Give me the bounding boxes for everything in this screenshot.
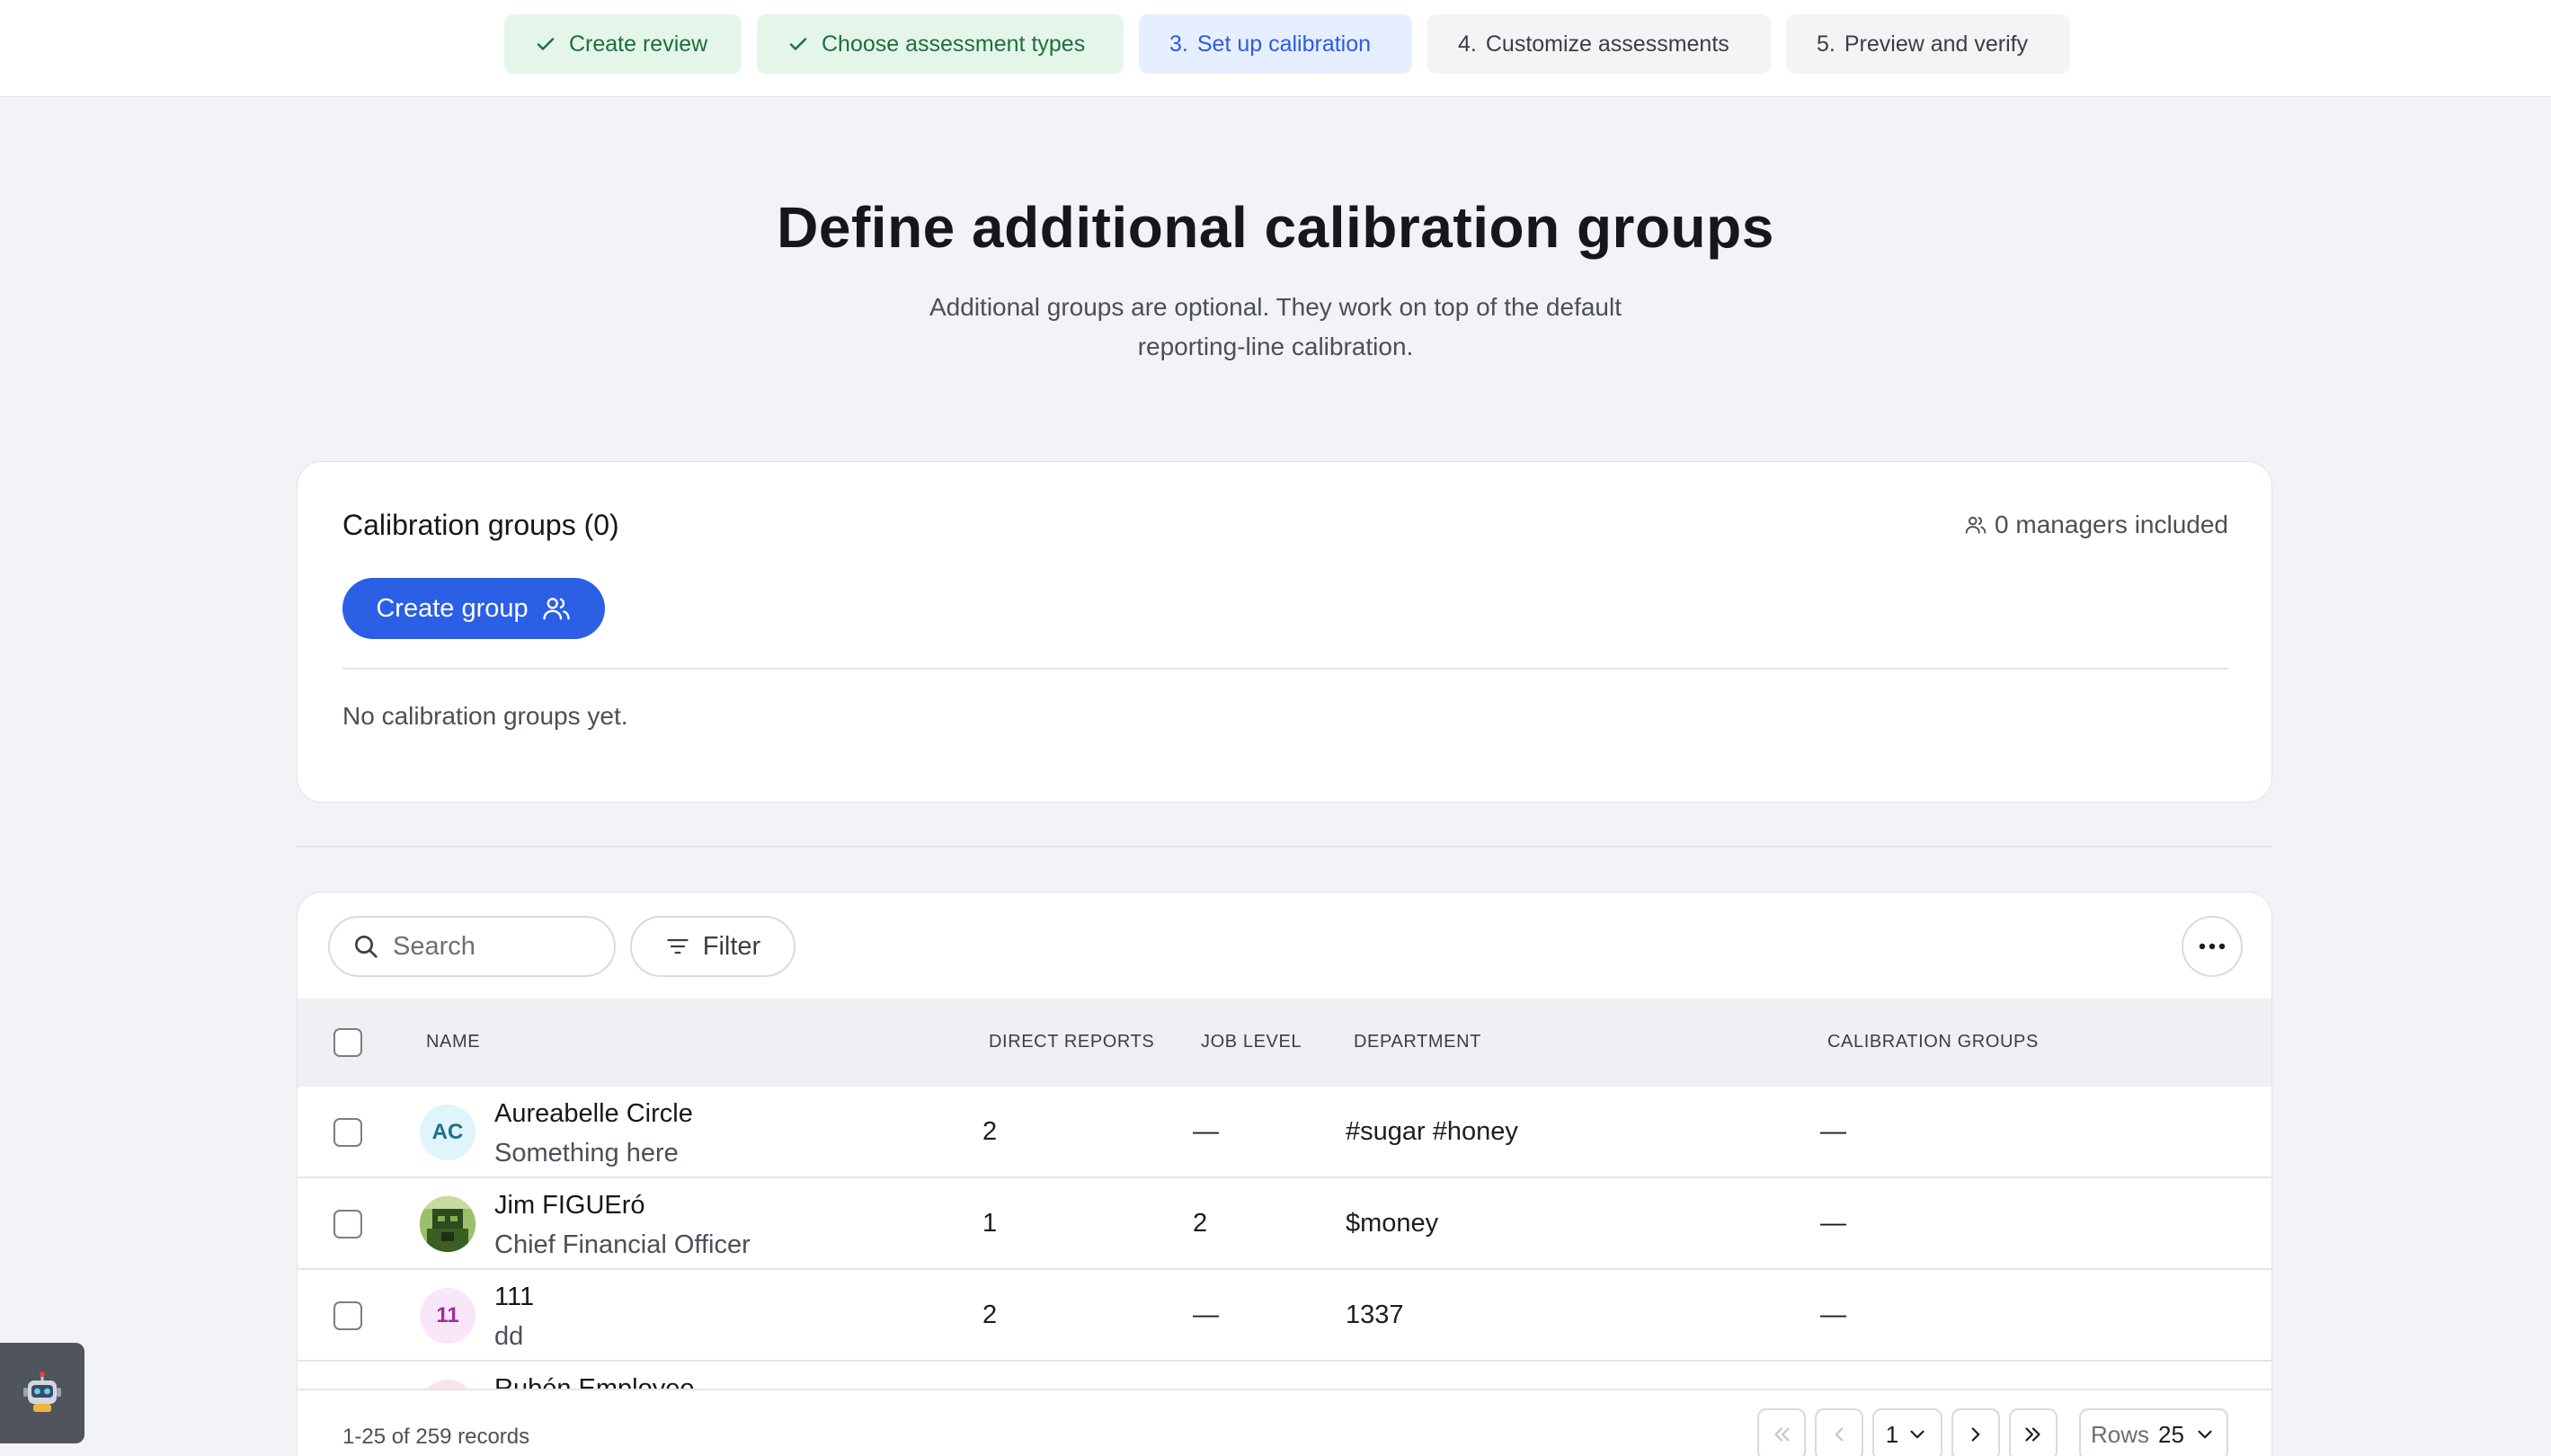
employee-role: Something here (494, 1139, 679, 1167)
stepper: Create review Choose assessment types 3.… (504, 14, 2070, 74)
column-header-job-level[interactable]: JOB LEVEL (1201, 1032, 1302, 1052)
employees-table-card: Search Filter NAME DIRECT REPORTS JOB LE… (297, 892, 2272, 1456)
calibration-groups-cell: — (1820, 1117, 1846, 1146)
select-all-checkbox[interactable] (333, 1028, 362, 1057)
step-label: Create review (569, 31, 708, 57)
avatar: 11 (420, 1288, 476, 1344)
step-preview-and-verify[interactable]: 5. Preview and verify (1786, 14, 2070, 74)
table-header: NAME DIRECT REPORTS JOB LEVEL DEPARTMENT… (298, 999, 2271, 1087)
card-divider (342, 668, 2228, 670)
page-title: Define additional calibration groups (777, 195, 1774, 260)
chevrons-right-icon (2025, 1427, 2040, 1442)
row-checkbox[interactable] (333, 1118, 362, 1147)
next-page-button[interactable] (1951, 1408, 2000, 1456)
department-cell: 1337 (1346, 1301, 1404, 1329)
employee-name: 111 (494, 1283, 535, 1311)
step-choose-assessment-types[interactable]: Choose assessment types (757, 14, 1124, 74)
users-icon (542, 598, 570, 620)
step-label: Preview and verify (1844, 31, 2029, 57)
calibration-groups-card: Calibration groups (0) 0 managers includ… (297, 461, 2272, 803)
direct-reports-cell: 2 (982, 1117, 998, 1146)
top-stepper-bar: Create review Choose assessment types 3.… (0, 0, 2551, 97)
create-group-button[interactable]: Create group (342, 578, 605, 639)
records-count: 1-25 of 259 records (342, 1425, 530, 1449)
calibration-groups-title: Calibration groups (0) (342, 509, 619, 541)
page-subtitle: Additional groups are optional. They wor… (0, 288, 2551, 367)
filter-icon (667, 938, 689, 954)
direct-reports-cell: 2 (982, 1301, 998, 1329)
avatar (420, 1196, 476, 1252)
page-select[interactable]: 1 (1872, 1408, 1942, 1456)
chevron-down-icon (2198, 1430, 2212, 1439)
column-header-direct-reports[interactable]: DIRECT REPORTS (989, 1032, 1154, 1052)
rows-per-page-select[interactable]: Rows 25 (2079, 1408, 2228, 1456)
table-row[interactable]: 11 111 dd 2 — 1337 — (298, 1270, 2271, 1362)
step-create-review[interactable]: Create review (504, 14, 742, 74)
more-icon (2199, 943, 2226, 950)
empty-groups-message: No calibration groups yet. (342, 702, 628, 730)
department-cell: #sugar #honey (1346, 1117, 1518, 1146)
step-label: Choose assessment types (822, 31, 1086, 57)
managers-included-text: 0 managers included (1995, 510, 2228, 538)
rows-value: 25 (2158, 1420, 2184, 1448)
chevron-right-icon (1971, 1427, 1980, 1442)
chevron-down-icon (1910, 1430, 1924, 1439)
department-cell: $money (1346, 1209, 1439, 1238)
last-page-button[interactable] (2009, 1408, 2058, 1456)
search-input[interactable]: Search (328, 916, 616, 977)
job-level-cell: 2 (1193, 1209, 1208, 1238)
more-options-button[interactable] (2182, 916, 2243, 977)
job-level-cell: — (1193, 1301, 1219, 1329)
filter-label: Filter (702, 931, 761, 961)
subtitle-line-1: Additional groups are optional. They wor… (929, 293, 1622, 321)
step-number: 3. (1169, 31, 1188, 57)
step-number: 5. (1817, 31, 1835, 57)
calibration-groups-cell: — (1820, 1301, 1846, 1329)
employee-name: Jim FIGUEró (494, 1191, 645, 1220)
table-row[interactable]: Jim FIGUEró Chief Financial Officer 1 2 … (298, 1178, 2271, 1270)
column-header-department[interactable]: DEPARTMENT (1354, 1032, 1481, 1052)
first-page-button[interactable] (1757, 1408, 1806, 1456)
search-icon (355, 936, 378, 958)
search-placeholder: Search (393, 931, 476, 961)
current-page: 1 (1885, 1420, 1899, 1448)
column-header-name[interactable]: NAME (426, 1032, 480, 1052)
section-divider (297, 846, 2272, 848)
check-icon (789, 38, 807, 50)
job-level-cell: — (1193, 1117, 1219, 1146)
employee-role: Chief Financial Officer (494, 1230, 751, 1259)
managers-included: 0 managers included (1964, 510, 2228, 539)
avatar-photo-icon (420, 1196, 476, 1252)
assistant-bot-button[interactable] (0, 1343, 84, 1443)
employee-name: Aureabelle Circle (494, 1099, 693, 1128)
column-header-calibration-groups[interactable]: CALIBRATION GROUPS (1827, 1032, 2039, 1052)
users-icon (1965, 516, 1987, 534)
employee-role: dd (494, 1322, 524, 1351)
chevrons-left-icon (1774, 1427, 1790, 1442)
step-customize-assessments[interactable]: 4. Customize assessments (1427, 14, 1771, 74)
filter-button[interactable]: Filter (630, 916, 796, 977)
step-label: Set up calibration (1196, 31, 1372, 57)
step-number: 4. (1458, 31, 1477, 57)
step-set-up-calibration[interactable]: 3. Set up calibration (1139, 14, 1412, 74)
calibration-groups-cell: — (1820, 1209, 1846, 1238)
chevron-left-icon (1835, 1427, 1844, 1442)
robot-icon (23, 1372, 61, 1412)
table-footer: 1-25 of 259 records 1 Rows 25 (298, 1389, 2271, 1456)
rows-label: Rows (2091, 1420, 2150, 1448)
row-checkbox[interactable] (333, 1301, 362, 1330)
direct-reports-cell: 1 (982, 1209, 998, 1238)
previous-page-button[interactable] (1815, 1408, 1863, 1456)
create-group-label: Create group (376, 593, 529, 623)
check-icon (537, 38, 555, 50)
avatar: AC (420, 1105, 476, 1160)
subtitle-line-2: reporting-line calibration. (1137, 333, 1414, 360)
row-checkbox[interactable] (333, 1210, 362, 1238)
table-row[interactable]: AC Aureabelle Circle Something here 2 — … (298, 1087, 2271, 1178)
step-label: Customize assessments (1485, 31, 1729, 57)
